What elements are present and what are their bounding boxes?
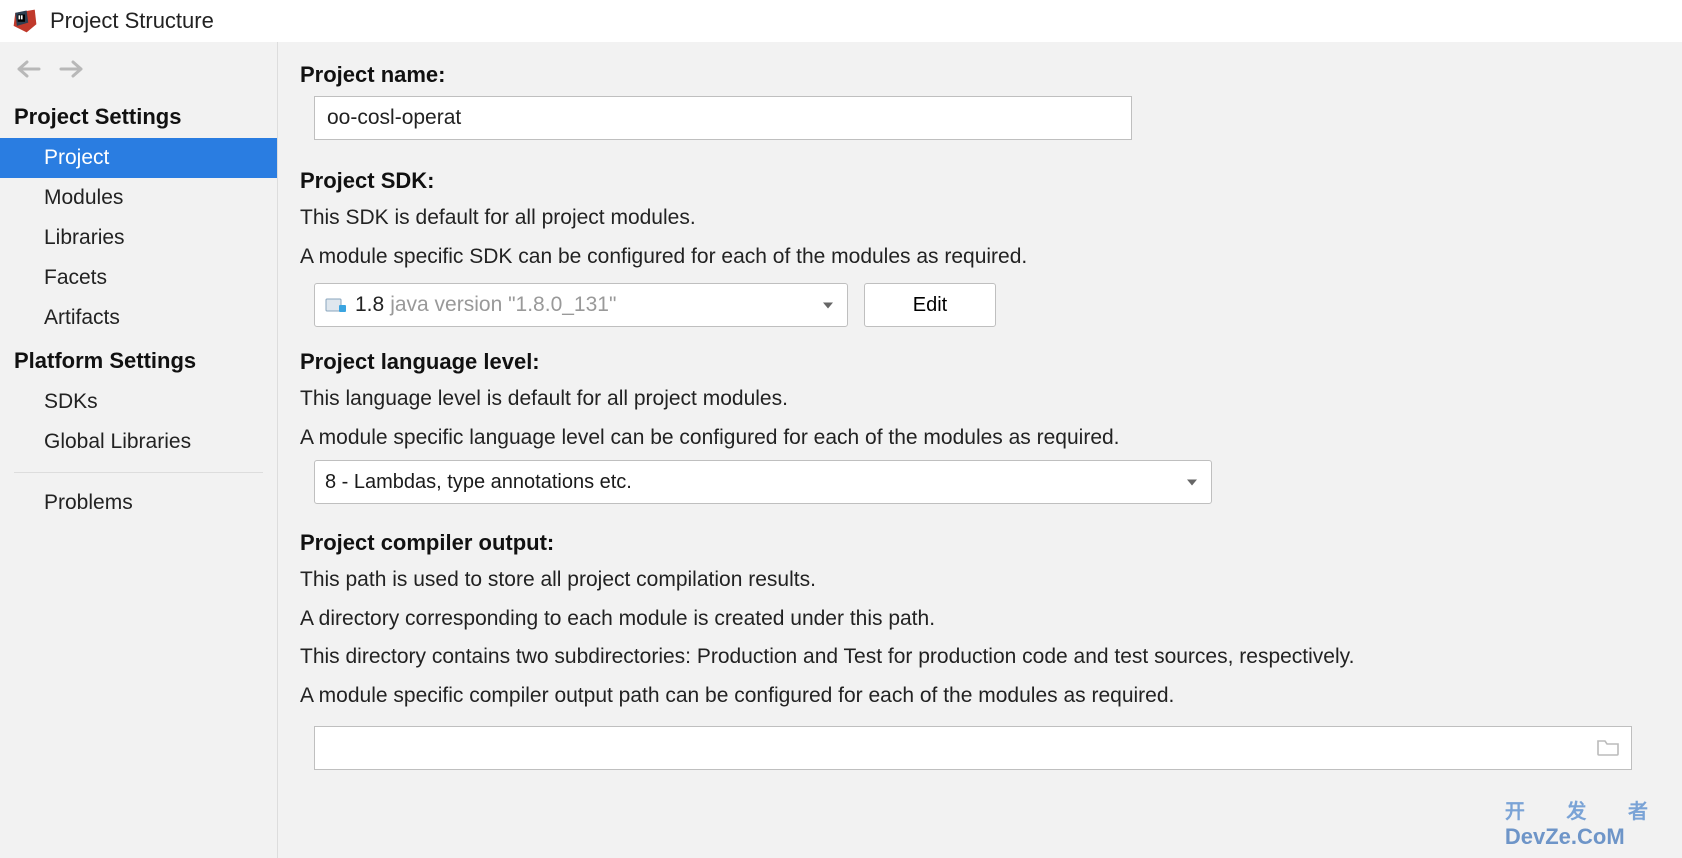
sidebar-item-label: Facets [44,266,107,289]
sidebar-item-artifacts[interactable]: Artifacts [0,298,277,338]
main-panel: Project name: Project SDK: This SDK is d… [278,42,1682,858]
folder-browse-icon[interactable] [1596,737,1622,759]
sidebar-item-label: Modules [44,186,123,209]
compiler-output-label: Project compiler output: [300,530,1660,556]
title-bar: Project Structure [0,0,1682,42]
sdk-version: java version "1.8.0_131" [390,293,616,317]
chevron-down-icon [1185,471,1199,494]
platform-settings-header: Platform Settings [0,338,277,382]
jdk-icon [325,296,347,314]
sidebar-item-label: Problems [44,491,133,514]
sidebar-divider [14,472,263,473]
sidebar-item-project[interactable]: Project [0,138,277,178]
compiler-output-row [314,726,1660,770]
compiler-help-text: A directory corresponding to each module… [300,603,1660,636]
intellij-icon [12,8,38,34]
sidebar-item-label: Global Libraries [44,430,191,453]
sidebar-item-problems[interactable]: Problems [0,483,277,523]
project-sdk-label: Project SDK: [300,168,1660,194]
sidebar-item-label: Artifacts [44,306,120,329]
sidebar-item-label: SDKs [44,390,98,413]
window-title: Project Structure [50,8,214,34]
forward-icon[interactable] [58,58,86,80]
compiler-help-text: A module specific compiler output path c… [300,680,1660,713]
compiler-help-text: This path is used to store all project c… [300,564,1660,597]
sidebar-item-libraries[interactable]: Libraries [0,218,277,258]
sdk-help-text: This SDK is default for all project modu… [300,202,1660,235]
sidebar-item-label: Project [44,146,109,169]
nav-arrows [0,48,277,94]
compiler-output-input[interactable] [314,726,1632,770]
sidebar: Project Settings Project Modules Librari… [0,42,278,858]
project-settings-header: Project Settings [0,94,277,138]
lang-help-text: A module specific language level can be … [300,422,1660,455]
compiler-help-text: This directory contains two subdirectori… [300,641,1660,674]
sdk-row: 1.8 java version "1.8.0_131" Edit [314,283,1660,327]
language-level-value: 8 - Lambdas, type annotations etc. [325,471,632,494]
dialog-body: Project Settings Project Modules Librari… [0,42,1682,858]
edit-sdk-button[interactable]: Edit [864,283,996,327]
language-level-label: Project language level: [300,349,1660,375]
language-level-dropdown[interactable]: 8 - Lambdas, type annotations etc. [314,460,1212,504]
project-name-label: Project name: [300,62,1660,88]
back-icon[interactable] [14,58,42,80]
sidebar-item-modules[interactable]: Modules [0,178,277,218]
lang-help-text: This language level is default for all p… [300,383,1660,416]
sidebar-item-label: Libraries [44,226,125,249]
chevron-down-icon [821,294,835,317]
sidebar-item-global-libraries[interactable]: Global Libraries [0,422,277,462]
sdk-help-text: A module specific SDK can be configured … [300,241,1660,274]
project-sdk-dropdown[interactable]: 1.8 java version "1.8.0_131" [314,283,848,327]
sdk-name: 1.8 [355,293,384,317]
sidebar-item-sdks[interactable]: SDKs [0,382,277,422]
sidebar-item-facets[interactable]: Facets [0,258,277,298]
project-name-input[interactable] [314,96,1132,140]
